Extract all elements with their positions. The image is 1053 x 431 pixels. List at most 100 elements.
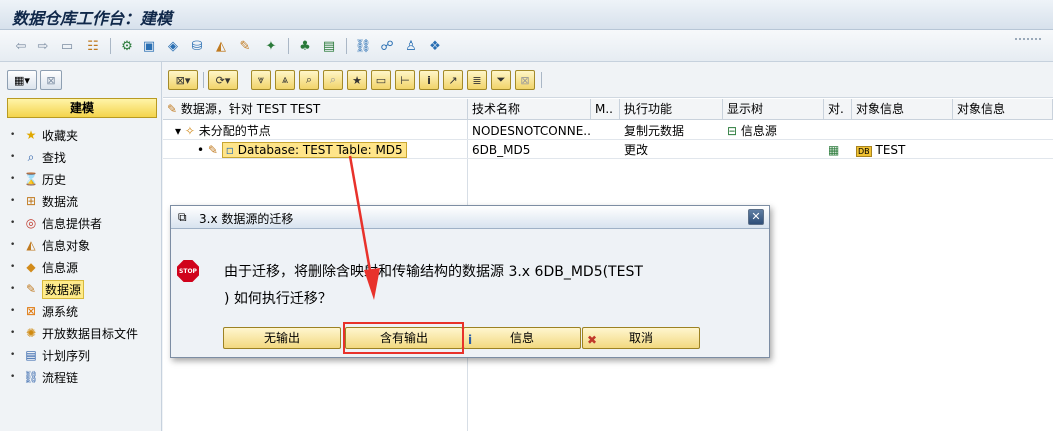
favorite-button[interactable]: ★	[347, 70, 367, 90]
main-toolbar: ⇦ ⇨ ▭ ☷ ⚙ ▣ ◈ ⛁ ◭ ✎ ✦ ♣ ▤ ⛓ ☍ ♙ ❖	[0, 30, 1053, 62]
layout-toggle-button[interactable]: ▦▾	[7, 70, 37, 90]
window-icon[interactable]: ▭	[58, 37, 76, 55]
nav-item-find[interactable]: • ⌕ 查找	[10, 146, 158, 168]
db-icon: DB	[856, 146, 872, 157]
processchain-icon: ▤	[25, 348, 37, 362]
find-next-button[interactable]: ⌕	[323, 70, 343, 90]
tree-icon[interactable]: ♣	[296, 37, 314, 55]
network-icon[interactable]: ☍	[378, 37, 396, 55]
nav-item-history[interactable]: • ⌛ 历史	[10, 168, 158, 190]
forward-icon[interactable]: ⇨	[34, 37, 52, 55]
infoobject-icon: ◭	[26, 238, 36, 252]
openhub-icon: ✺	[25, 326, 37, 340]
object-type-cell: ▦	[824, 141, 852, 159]
column-header[interactable]: 显示树	[723, 99, 824, 120]
nav-item-infoobject[interactable]: • ◭ 信息对象	[10, 234, 158, 256]
bullet-icon: •	[197, 143, 205, 157]
table-row[interactable]: • ✎ ▫ Database: TEST Table: MD5 6DB_MD5 …	[163, 141, 1053, 159]
tech-name-cell: NODESNOTCONNE...	[472, 124, 591, 138]
exec-function-cell[interactable]: 复制元数据	[620, 122, 723, 140]
datasource-icon[interactable]: ✎	[236, 37, 254, 55]
refresh-icon: ⟳▾	[215, 73, 231, 87]
wand-icon[interactable]: ✦	[262, 37, 280, 55]
binoculars-icon: ⌕	[305, 73, 313, 86]
link-icon[interactable]: ⛓	[354, 37, 372, 55]
basket-icon[interactable]: ♙	[402, 37, 420, 55]
selected-node-label[interactable]: ▫ Database: TEST Table: MD5	[221, 142, 407, 158]
datasource-icon: ✎	[25, 282, 37, 296]
back-icon[interactable]: ⇦	[12, 37, 30, 55]
tree-toolbar: ⊠▾ ⟳▾ ⩔ ⩓ ⌕ ⌕ ★ ▭ ⊢ i ↗ ≣ ⏷ ⊠	[163, 62, 1053, 98]
sort-button[interactable]: ≣	[467, 70, 487, 90]
collapse-arrow-icon[interactable]: ▾	[175, 124, 181, 138]
transport-icon[interactable]: ▤	[320, 37, 338, 55]
collapse-button[interactable]: ⩓	[275, 70, 295, 90]
column-header[interactable]: 技术名称	[468, 99, 591, 120]
expand-button[interactable]: ⩔	[251, 70, 271, 90]
nav-list: • ★ 收藏夹 • ⌕ 查找 • ⌛ 历史 • ⊞ 数据流 • ◎ 信息提供者 • ◭ 信息对象 • ◆ 信…	[10, 124, 158, 388]
database-icon[interactable]: ⛁	[188, 37, 206, 55]
title-bar: 数据仓库工作台：建模	[0, 0, 1053, 30]
package-icon[interactable]: ❖	[426, 37, 444, 55]
no-output-button[interactable]: 无输出	[223, 327, 341, 349]
nav-item-processchain[interactable]: • ▤ 计划序列	[10, 344, 158, 366]
toolbar-separator	[110, 38, 111, 54]
nav-item-infoprovider[interactable]: • ◎ 信息提供者	[10, 212, 158, 234]
dialog-window-icon: ⧉	[178, 210, 187, 224]
collapse-icon: ⩓	[281, 73, 289, 86]
select-icon: ⊠▾	[175, 73, 191, 87]
infoobject-icon[interactable]: ◭	[212, 37, 230, 55]
nav-item-infosource[interactable]: • ◆ 信息源	[10, 256, 158, 278]
find-button[interactable]: ⌕	[299, 70, 319, 90]
column-header-row: ✎ 数据源，针对 TEST TEST 技术名称 M.. 执行功能 显示树 对. …	[163, 99, 1053, 120]
select-button[interactable]: ⊠▾	[168, 70, 198, 90]
nav-item-dataflow[interactable]: • ⊞ 数据流	[10, 190, 158, 212]
display-tree-cell[interactable]: ⊟ 信息源	[723, 122, 824, 140]
column-header[interactable]: 对象信息	[852, 99, 953, 120]
structure-button[interactable]: ⊢	[395, 70, 415, 90]
resize-grip[interactable]	[1015, 38, 1041, 41]
table-row[interactable]: ▾ ✧ 未分配的节点 NODESNOTCONNE... 复制元数据 ⊟ 信息源	[163, 122, 1053, 140]
cube-icon[interactable]: ◈	[164, 37, 182, 55]
navigate-button[interactable]: ↗	[443, 70, 463, 90]
hierarchy-icon[interactable]: ☷	[84, 37, 102, 55]
chain-link-icon: ⛓	[23, 370, 39, 384]
dialog-title: 3.x 数据源的迁移	[199, 212, 294, 226]
nav-item-sourcesystem[interactable]: • ⊠ 源系统	[10, 300, 158, 322]
dataflow-icon: ⊞	[25, 194, 37, 208]
exec-function-cell[interactable]: 更改	[620, 141, 723, 159]
column-header[interactable]: ✎ 数据源，针对 TEST TEST	[163, 99, 468, 120]
toolbar-separator	[541, 72, 542, 88]
nav-item-favorites[interactable]: • ★ 收藏夹	[10, 124, 158, 146]
column-header[interactable]: 对象信息	[953, 99, 1053, 120]
info-button[interactable]: i	[419, 70, 439, 90]
object-info-cell: DB TEST	[856, 143, 906, 157]
sourcesystem-icon: ⊠	[25, 304, 37, 318]
filter-icon: ⏷	[496, 73, 506, 86]
unassigned-node-icon: ✧	[184, 124, 195, 138]
delete-filter-button[interactable]: ⊠	[515, 70, 535, 90]
tech-name-cell: 6DB_MD5	[472, 143, 531, 157]
node-square-icon: ▫	[225, 143, 234, 157]
close-panel-button[interactable]: ⊠	[40, 70, 62, 90]
datasource-icon: ✎	[167, 102, 178, 116]
dialog-title-bar: ⧉ 3.x 数据源的迁移 ✕	[171, 206, 769, 229]
toolbar-separator	[203, 72, 204, 88]
modeling-icon[interactable]: ⚙	[118, 37, 136, 55]
column-header[interactable]: M..	[591, 99, 620, 120]
cancel-button[interactable]: ✖ 取消	[582, 327, 700, 349]
nav-item-chain[interactable]: • ⛓ 流程链	[10, 366, 158, 388]
nav-item-openhub[interactable]: • ✺ 开放数据目标文件	[10, 322, 158, 344]
display-button[interactable]: ▭	[371, 70, 391, 90]
annotation-highlight-box	[343, 322, 464, 354]
filter-button[interactable]: ⏷	[491, 70, 511, 90]
column-header[interactable]: 对.	[824, 99, 852, 120]
column-header[interactable]: 执行功能	[620, 99, 723, 120]
info-dialog-button[interactable]: i 信息	[463, 327, 581, 349]
refresh-button[interactable]: ⟳▾	[208, 70, 238, 90]
dialog-close-button[interactable]: ✕	[748, 209, 764, 225]
stop-sign-icon: STOP	[177, 260, 199, 282]
nav-item-datasource[interactable]: • ✎ 数据源	[10, 278, 158, 300]
modeling-header[interactable]: 建模	[7, 98, 157, 118]
admin-icon[interactable]: ▣	[140, 37, 158, 55]
